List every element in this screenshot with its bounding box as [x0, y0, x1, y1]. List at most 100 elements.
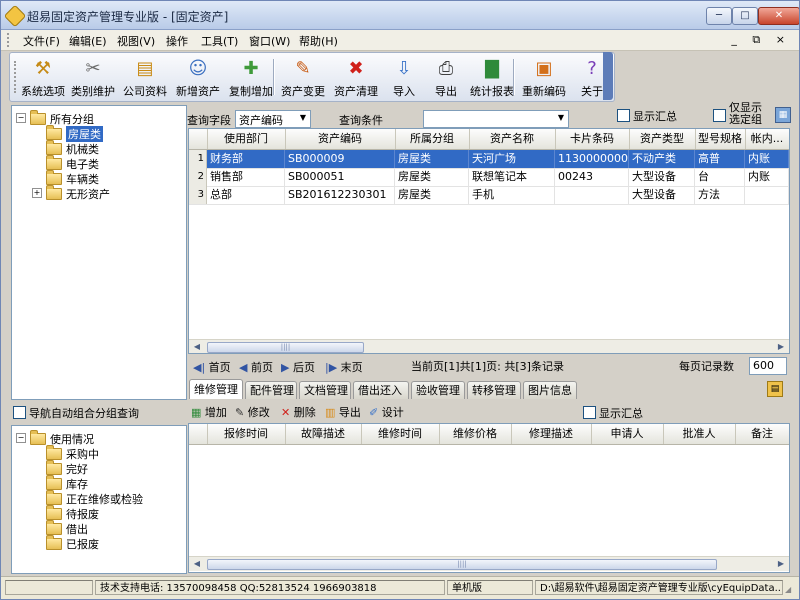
toolbar-button-5[interactable]: ✚ 复制增加: [226, 55, 276, 99]
table-cell[interactable]: 销售部: [207, 168, 285, 186]
tree-item-5[interactable]: + 无形资产: [32, 185, 172, 201]
toolbar-button-7[interactable]: ✖ 资产清理: [330, 55, 382, 99]
first-page-button[interactable]: ◀| 首页: [193, 359, 231, 375]
column-header[interactable]: 批准人: [663, 424, 736, 444]
table-cell[interactable]: 00243: [555, 168, 629, 186]
toolbar-overflow-button[interactable]: [603, 52, 613, 100]
edit-record-button[interactable]: ✎ 修改: [235, 404, 270, 420]
query-field-select[interactable]: 资产编码 ▼: [235, 110, 311, 128]
tab-3[interactable]: 文档管理: [299, 381, 351, 399]
scroll-left-arrow-icon[interactable]: ◀: [191, 558, 203, 570]
toolbar-button-8[interactable]: ⇩ 导入: [384, 55, 424, 99]
toolbar-button-11[interactable]: ▣ 重新编码: [518, 55, 570, 99]
tree-root-row[interactable]: − 所有分组: [16, 110, 176, 126]
column-header[interactable]: 使用部门: [207, 129, 286, 149]
column-header[interactable]: 卡片条码: [555, 129, 630, 149]
tree-collapse-icon[interactable]: −: [16, 113, 26, 123]
scroll-thumb[interactable]: ||||: [207, 342, 364, 353]
tree-collapse-icon[interactable]: −: [16, 433, 26, 443]
tab-7[interactable]: 图片信息: [523, 381, 577, 399]
column-header[interactable]: 资产名称: [469, 129, 556, 149]
table-cell[interactable]: [745, 186, 789, 204]
last-page-button[interactable]: |▶ 末页: [325, 359, 363, 375]
table-cell[interactable]: 台: [695, 168, 745, 186]
table-cell[interactable]: 方法: [695, 186, 745, 204]
column-header[interactable]: 修理描述: [511, 424, 592, 444]
column-header[interactable]: 维修时间: [361, 424, 440, 444]
usage-root-row[interactable]: − 使用情况: [16, 430, 176, 446]
menu-help[interactable]: 帮助(H): [299, 33, 338, 49]
column-header[interactable]: 备注: [735, 424, 789, 444]
usage-item-2[interactable]: 完好: [32, 460, 182, 476]
menu-window[interactable]: 窗口(W): [249, 33, 290, 49]
column-header[interactable]: 报修时间: [207, 424, 286, 444]
table-cell[interactable]: 大型设备: [629, 168, 695, 186]
tree-expand-icon[interactable]: +: [32, 188, 42, 198]
table-row[interactable]: 2 销售部 SB000051 房屋类 联想笔记本 00243 大型设备台内账: [189, 168, 789, 187]
title-bar[interactable]: 超易固定资产管理专业版 - [固定资产] ─ □ ✕: [1, 1, 799, 30]
menu-grip[interactable]: [7, 33, 12, 47]
grid-settings-icon[interactable]: ▦: [775, 107, 791, 123]
menu-operate[interactable]: 操作: [166, 33, 188, 49]
usage-item-7[interactable]: 已报废: [32, 535, 182, 551]
menu-edit[interactable]: 编辑(E): [69, 33, 107, 49]
table-cell[interactable]: 天河广场: [469, 150, 555, 168]
asset-grid-hscroll[interactable]: ◀ |||| ▶: [189, 339, 789, 353]
column-header[interactable]: 资产编码: [285, 129, 396, 149]
table-cell[interactable]: 不动产类: [629, 150, 695, 168]
toolbar-button-1[interactable]: ⚒ 系统选项: [20, 55, 66, 99]
close-button[interactable]: ✕: [758, 7, 799, 25]
add-record-button[interactable]: ▦ 增加: [191, 404, 227, 420]
column-header[interactable]: 帐内...: [745, 129, 789, 149]
toolbar-button-3[interactable]: ▤ 公司资料: [120, 55, 170, 99]
column-header[interactable]: 故障描述: [285, 424, 362, 444]
column-header[interactable]: 申请人: [591, 424, 664, 444]
minimize-button[interactable]: ─: [706, 7, 732, 25]
table-cell[interactable]: 内账: [745, 168, 789, 186]
toolbar-button-2[interactable]: ✂ 类别维护: [68, 55, 118, 99]
column-header[interactable]: 型号规格: [695, 129, 746, 149]
mdi-controls[interactable]: _ ⧉ ×: [731, 33, 791, 47]
prev-page-button[interactable]: ◀ 前页: [239, 359, 273, 375]
column-header[interactable]: 维修价格: [439, 424, 512, 444]
usage-item-5[interactable]: 待报废: [32, 505, 182, 521]
toolbar-grip[interactable]: [14, 61, 19, 93]
tab-5[interactable]: 验收管理: [411, 381, 465, 399]
tab-4[interactable]: 借出还入: [353, 381, 409, 399]
auto-group-checkbox[interactable]: [13, 406, 26, 419]
tree-item-1[interactable]: 房屋类: [32, 125, 172, 142]
scroll-right-arrow-icon[interactable]: ▶: [775, 341, 787, 353]
scroll-left-arrow-icon[interactable]: ◀: [191, 341, 203, 353]
table-cell[interactable]: 房屋类: [395, 168, 469, 186]
menu-file[interactable]: 文件(F): [23, 33, 60, 49]
tab-6[interactable]: 转移管理: [467, 381, 521, 399]
tree-item-2[interactable]: 机械类: [32, 140, 172, 156]
resize-grip-icon[interactable]: ◢: [785, 585, 795, 595]
tab-menu-icon[interactable]: ▤: [767, 381, 783, 397]
table-row[interactable]: 1财务部SB000009房屋类天河广场113000000003不动产类高普内账: [189, 150, 789, 169]
table-cell[interactable]: 高普: [695, 150, 745, 168]
toolbar-button-9[interactable]: ⎙ 导出: [426, 55, 466, 99]
usage-item-3[interactable]: 库存: [32, 475, 182, 491]
table-cell[interactable]: [555, 186, 629, 204]
dropdown-arrow-icon[interactable]: ▼: [555, 112, 567, 124]
table-cell[interactable]: SB000009: [285, 150, 395, 168]
export-record-button[interactable]: ▥ 导出: [325, 404, 361, 420]
usage-item-4[interactable]: 正在维修或检验: [32, 490, 182, 506]
table-cell[interactable]: 总部: [207, 186, 285, 204]
detail-summary-checkbox[interactable]: [583, 406, 596, 419]
table-cell[interactable]: SB201612230301: [285, 186, 395, 204]
tree-item-4[interactable]: 车辆类: [32, 170, 172, 186]
table-cell[interactable]: 手机: [469, 186, 555, 204]
design-button[interactable]: ✐ 设计: [369, 404, 404, 420]
toolbar-button-6[interactable]: ✎ 资产变更: [278, 55, 328, 99]
scroll-right-arrow-icon[interactable]: ▶: [775, 558, 787, 570]
table-cell[interactable]: 房屋类: [395, 186, 469, 204]
column-header[interactable]: 资产类型: [629, 129, 696, 149]
menu-view[interactable]: 视图(V): [117, 33, 155, 49]
table-row[interactable]: 3 总部 SB201612230301 房屋类 手机 大型设备 方法: [189, 186, 789, 205]
tab-1[interactable]: 维修管理: [189, 379, 243, 399]
table-cell[interactable]: 房屋类: [395, 150, 469, 168]
maximize-button[interactable]: □: [732, 7, 758, 25]
table-cell[interactable]: 财务部: [207, 150, 285, 168]
